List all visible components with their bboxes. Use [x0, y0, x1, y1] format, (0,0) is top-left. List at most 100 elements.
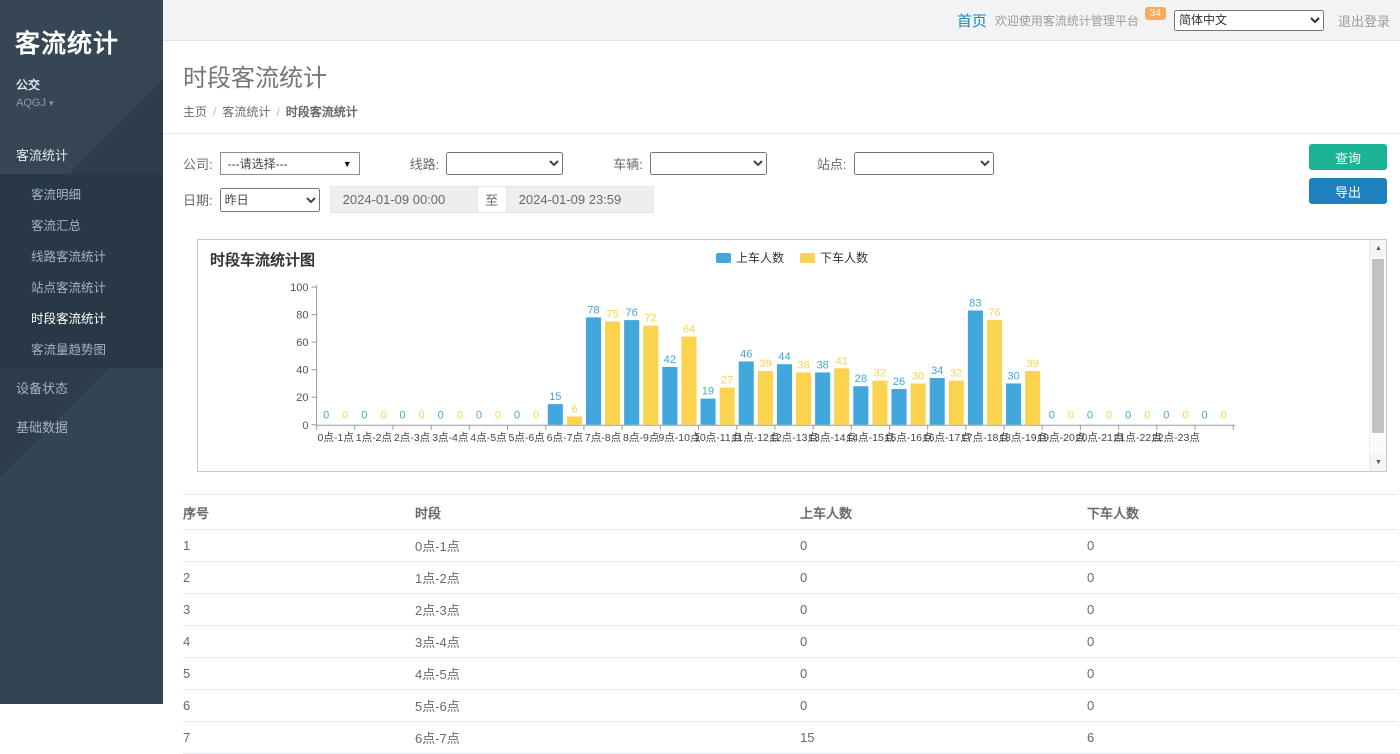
line-label: 线路: — [410, 154, 440, 173]
table-cell: 3点-4点 — [415, 626, 800, 658]
sidebar-item[interactable]: 基础数据 — [0, 407, 163, 446]
table-row: 76点-7点156 — [183, 722, 1398, 754]
chevron-down-icon: ▾ — [49, 98, 54, 108]
legend-item-boarding[interactable]: 上车人数 — [716, 249, 784, 266]
svg-text:30: 30 — [912, 370, 924, 382]
sidebar-subitem[interactable]: 线路客流统计 — [0, 240, 163, 271]
breadcrumb: 主页/客流统计/时段客流统计 — [183, 103, 1380, 120]
table-row: 43点-4点00 — [183, 626, 1398, 658]
svg-text:0: 0 — [1182, 410, 1188, 422]
company-select[interactable]: ---请选择--- ▼ — [220, 152, 360, 175]
svg-text:6点-7点: 6点-7点 — [547, 432, 584, 444]
table-cell: 0 — [1087, 626, 1398, 658]
app-brand: 客流统计 — [0, 0, 163, 60]
line-select[interactable] — [446, 152, 563, 175]
date-start-input[interactable] — [330, 186, 478, 213]
sidebar-subitem[interactable]: 时段客流统计 — [0, 302, 163, 333]
table-row: 10点-1点00 — [183, 530, 1398, 562]
svg-text:42: 42 — [664, 354, 676, 366]
table-cell: 0 — [800, 562, 1087, 594]
export-button[interactable]: 导出 — [1309, 178, 1387, 204]
sidebar-subitem[interactable]: 客流汇总 — [0, 209, 163, 240]
table-cell: 2点-3点 — [415, 594, 800, 626]
svg-text:75: 75 — [606, 308, 618, 320]
table-row: 54点-5点00 — [183, 658, 1398, 690]
svg-text:1点-2点: 1点-2点 — [356, 432, 393, 444]
org-name: 公交 — [0, 60, 163, 93]
svg-text:0: 0 — [1068, 410, 1074, 422]
svg-text:40: 40 — [296, 365, 308, 377]
logout-link[interactable]: 退出登录 — [1338, 11, 1390, 30]
svg-text:83: 83 — [969, 297, 981, 309]
table-cell: 0 — [1087, 562, 1398, 594]
date-end-input[interactable] — [506, 186, 654, 213]
filter-panel: 公司: ---请选择--- ▼ 线路: 车辆: 站点: 日期: — [163, 134, 1400, 227]
legend-swatch-yellow — [800, 253, 815, 263]
table-cell: 0 — [1087, 530, 1398, 562]
sidebar: 客流统计 公交 AQGJ ▾ 客流统计客流明细客流汇总线路客流统计站点客流统计时… — [0, 0, 163, 704]
svg-text:0: 0 — [533, 410, 539, 422]
vehicle-select[interactable] — [650, 152, 767, 175]
table-body: 10点-1点0021点-2点0032点-3点0043点-4点0054点-5点00… — [183, 530, 1398, 754]
table-column-header: 序号 — [183, 495, 415, 530]
date-label: 日期: — [183, 190, 213, 209]
breadcrumb-home[interactable]: 主页 — [183, 105, 207, 119]
table-section: 序号时段上车人数下车人数 10点-1点0021点-2点0032点-3点0043点… — [183, 494, 1398, 754]
table-row: 65点-6点00 — [183, 690, 1398, 722]
svg-text:2点-3点: 2点-3点 — [394, 432, 431, 444]
query-button[interactable]: 查询 — [1309, 144, 1387, 170]
svg-text:34: 34 — [931, 365, 943, 377]
svg-text:0: 0 — [514, 410, 520, 422]
sidebar-subitem[interactable]: 客流明细 — [0, 178, 163, 209]
org-code-dropdown[interactable]: AQGJ ▾ — [0, 93, 163, 109]
chart-panel: 时段车流统计图 上车人数 下车人数 0204060801000点-1点001点-… — [197, 239, 1387, 472]
table-cell: 0 — [800, 594, 1087, 626]
home-link[interactable]: 首页 — [957, 10, 987, 31]
table-cell: 0 — [800, 530, 1087, 562]
svg-text:38: 38 — [797, 359, 809, 371]
sidebar-subitem[interactable]: 客流量趋势图 — [0, 333, 163, 364]
sidebar-nav: 客流统计客流明细客流汇总线路客流统计站点客流统计时段客流统计客流量趋势图设备状态… — [0, 135, 163, 446]
table-cell: 1 — [183, 530, 415, 562]
svg-text:39: 39 — [1027, 358, 1039, 370]
table-cell: 7 — [183, 722, 415, 754]
table-cell: 6 — [183, 690, 415, 722]
date-range-separator: 至 — [478, 186, 506, 213]
svg-text:100: 100 — [290, 282, 308, 294]
table-cell: 3 — [183, 594, 415, 626]
legend-swatch-blue — [716, 253, 731, 263]
svg-text:0: 0 — [1221, 410, 1227, 422]
sidebar-subitem[interactable]: 站点客流统计 — [0, 271, 163, 302]
page-header: 时段客流统计 主页/客流统计/时段客流统计 — [163, 41, 1400, 134]
svg-text:0点-1点: 0点-1点 — [318, 432, 355, 444]
table-cell: 5 — [183, 658, 415, 690]
svg-text:27: 27 — [721, 375, 733, 387]
table-cell: 0 — [1087, 690, 1398, 722]
sidebar-item[interactable]: 客流统计 — [0, 135, 163, 174]
table-cell: 5点-6点 — [415, 690, 800, 722]
scrollbar-down-icon[interactable]: ▼ — [1370, 454, 1387, 471]
table-column-header: 下车人数 — [1087, 495, 1398, 530]
company-label: 公司: — [183, 154, 213, 173]
table-column-header: 时段 — [415, 495, 800, 530]
chart-legend: 上车人数 下车人数 — [716, 249, 868, 266]
station-select[interactable] — [854, 152, 994, 175]
scrollbar-up-icon[interactable]: ▲ — [1370, 240, 1387, 257]
svg-text:32: 32 — [874, 368, 886, 380]
svg-text:0: 0 — [1144, 410, 1150, 422]
sidebar-item[interactable]: 设备状态 — [0, 368, 163, 407]
legend-item-alighting[interactable]: 下车人数 — [800, 249, 868, 266]
svg-text:6: 6 — [571, 403, 577, 415]
svg-text:60: 60 — [296, 337, 308, 349]
svg-text:0: 0 — [1201, 410, 1207, 422]
breadcrumb-section[interactable]: 客流统计 — [222, 105, 270, 119]
welcome-text: 欢迎使用客流统计管理平台 — [995, 12, 1139, 29]
date-preset-select[interactable]: 昨日 — [220, 188, 320, 212]
svg-text:3点-4点: 3点-4点 — [432, 432, 469, 444]
svg-text:0: 0 — [495, 410, 501, 422]
svg-text:39: 39 — [759, 358, 771, 370]
scrollbar-thumb[interactable] — [1372, 259, 1384, 433]
language-select[interactable]: 简体中文 — [1174, 10, 1324, 31]
notification-badge[interactable]: 34 — [1145, 7, 1166, 20]
time-period-table: 序号时段上车人数下车人数 10点-1点0021点-2点0032点-3点0043点… — [183, 494, 1398, 754]
